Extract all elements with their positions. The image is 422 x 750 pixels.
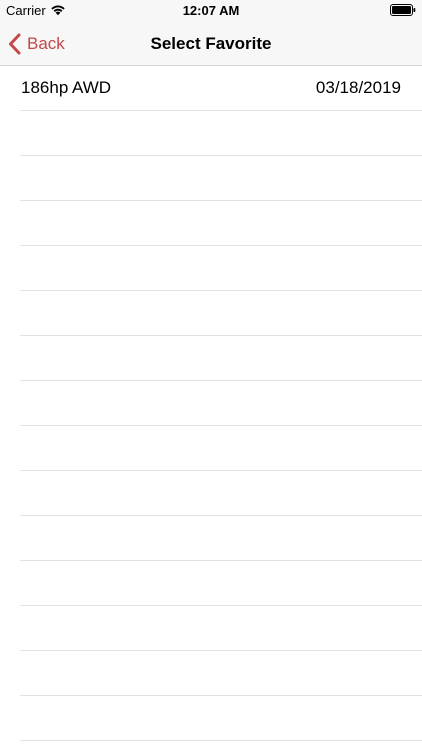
favorites-list: 186hp AWD 03/18/2019 xyxy=(0,66,422,741)
favorite-date: 03/18/2019 xyxy=(315,78,401,97)
favorite-name: 186hp AWD xyxy=(21,78,112,97)
navigation-bar: Back Select Favorite xyxy=(0,22,422,66)
empty-list-row xyxy=(20,336,422,381)
status-time: 12:07 AM xyxy=(182,3,240,18)
favorite-row[interactable]: 186hp AWD 03/18/2019 xyxy=(20,66,422,111)
empty-list-row xyxy=(20,156,422,201)
empty-list-row xyxy=(20,246,422,291)
empty-list-row xyxy=(20,516,422,561)
empty-list-row xyxy=(20,651,422,696)
empty-list-row xyxy=(20,426,422,471)
empty-list-row xyxy=(20,606,422,651)
empty-list-row xyxy=(20,201,422,246)
empty-list-row xyxy=(20,111,422,156)
empty-list-row xyxy=(20,291,422,336)
empty-list-row xyxy=(20,561,422,606)
empty-list-row xyxy=(20,381,422,426)
battery-full-icon xyxy=(390,4,416,16)
page-title: Select Favorite xyxy=(150,34,272,53)
empty-list-row xyxy=(20,696,422,741)
status-bar: Carrier 12:07 AM xyxy=(0,0,422,22)
empty-list-row xyxy=(20,471,422,516)
